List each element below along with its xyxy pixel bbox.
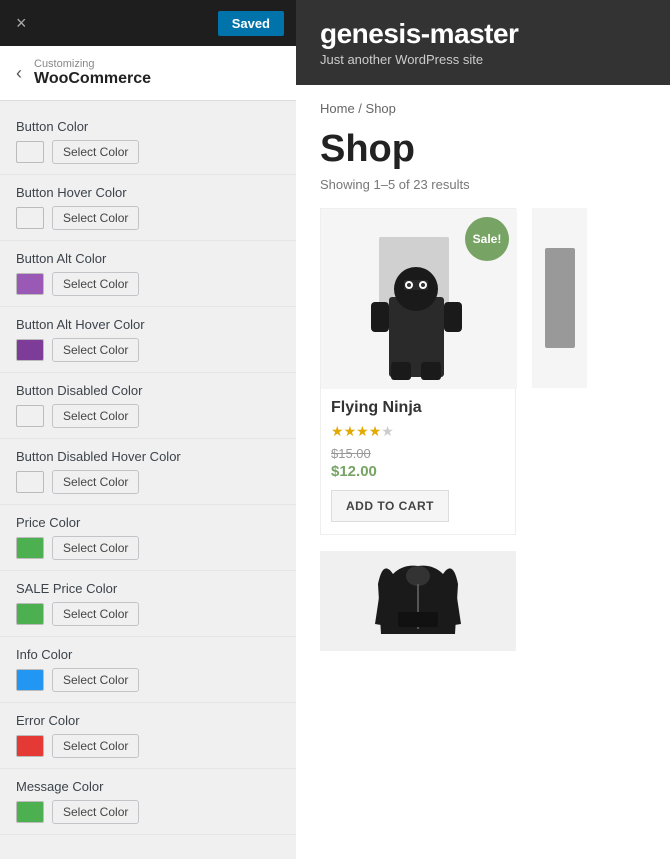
sale-badge: Sale! bbox=[465, 217, 509, 261]
color-swatch-error-color[interactable] bbox=[16, 735, 44, 757]
site-header: genesis-master Just another WordPress si… bbox=[296, 0, 670, 85]
star-5: ★ bbox=[381, 423, 394, 439]
setting-button-alt-hover-color: Button Alt Hover Color Select Color bbox=[0, 307, 296, 373]
setting-button-disabled-hover-color: Button Disabled Hover Color Select Color bbox=[0, 439, 296, 505]
setting-info-color: Info Color Select Color bbox=[0, 637, 296, 703]
setting-label-info-color: Info Color bbox=[16, 647, 280, 662]
hoodie-section bbox=[320, 551, 646, 651]
customizing-header: ‹ Customizing WooCommerce bbox=[0, 46, 296, 101]
setting-price-color: Price Color Select Color bbox=[0, 505, 296, 571]
sale-price: $12.00 bbox=[331, 463, 505, 480]
setting-label-button-disabled-hover-color: Button Disabled Hover Color bbox=[16, 449, 280, 464]
select-color-btn-button-disabled-hover-color[interactable]: Select Color bbox=[52, 470, 139, 494]
product-card-flying-ninja: Sale! bbox=[320, 208, 516, 535]
shop-title: Shop bbox=[320, 128, 646, 171]
setting-button-alt-color: Button Alt Color Select Color bbox=[0, 241, 296, 307]
color-swatch-button-disabled-color[interactable] bbox=[16, 405, 44, 427]
product-name: Flying Ninja bbox=[331, 399, 505, 417]
color-row-button-color: Select Color bbox=[16, 140, 280, 164]
select-color-btn-error-color[interactable]: Select Color bbox=[52, 734, 139, 758]
top-bar: × Saved bbox=[0, 0, 296, 46]
setting-label-error-color: Error Color bbox=[16, 713, 280, 728]
showing-results: Showing 1–5 of 23 results bbox=[320, 177, 646, 192]
breadcrumb-sep: / bbox=[355, 101, 366, 116]
setting-message-color: Message Color Select Color bbox=[0, 769, 296, 835]
color-row-price-color: Select Color bbox=[16, 536, 280, 560]
setting-button-disabled-color: Button Disabled Color Select Color bbox=[0, 373, 296, 439]
breadcrumb-home: Home bbox=[320, 101, 355, 116]
back-button[interactable]: ‹ bbox=[16, 64, 22, 82]
preview-panel: genesis-master Just another WordPress si… bbox=[296, 0, 670, 859]
color-swatch-price-color[interactable] bbox=[16, 537, 44, 559]
color-swatch-button-hover-color[interactable] bbox=[16, 207, 44, 229]
select-color-btn-info-color[interactable]: Select Color bbox=[52, 668, 139, 692]
color-swatch-sale-price-color[interactable] bbox=[16, 603, 44, 625]
setting-label-button-alt-color: Button Alt Color bbox=[16, 251, 280, 266]
setting-label-button-alt-hover-color: Button Alt Hover Color bbox=[16, 317, 280, 332]
woocommerce-title: WooCommerce bbox=[34, 70, 151, 88]
header-text: Customizing WooCommerce bbox=[34, 58, 151, 88]
site-tagline: Just another WordPress site bbox=[320, 52, 646, 67]
setting-label-message-color: Message Color bbox=[16, 779, 280, 794]
color-row-button-disabled-color: Select Color bbox=[16, 404, 280, 428]
color-swatch-button-disabled-hover-color[interactable] bbox=[16, 471, 44, 493]
color-swatch-button-alt-hover-color[interactable] bbox=[16, 339, 44, 361]
setting-button-color: Button Color Select Color bbox=[0, 109, 296, 175]
select-color-btn-sale-price-color[interactable]: Select Color bbox=[52, 602, 139, 626]
customizing-label: Customizing bbox=[34, 58, 151, 70]
product-info: Flying Ninja ★★★★★ $15.00 $12.00 ADD TO … bbox=[321, 389, 515, 534]
select-color-btn-price-color[interactable]: Select Color bbox=[52, 536, 139, 560]
color-row-info-color: Select Color bbox=[16, 668, 280, 692]
saved-button[interactable]: Saved bbox=[218, 11, 284, 36]
setting-button-hover-color: Button Hover Color Select Color bbox=[0, 175, 296, 241]
color-swatch-message-color[interactable] bbox=[16, 801, 44, 823]
star-2: ★ bbox=[344, 423, 357, 439]
setting-label-button-disabled-color: Button Disabled Color bbox=[16, 383, 280, 398]
setting-label-price-color: Price Color bbox=[16, 515, 280, 530]
settings-list: Button ColorSelect ColorButton Hover Col… bbox=[0, 101, 296, 859]
color-row-sale-price-color: Select Color bbox=[16, 602, 280, 626]
partial-image bbox=[545, 248, 575, 348]
color-row-error-color: Select Color bbox=[16, 734, 280, 758]
hoodie-image bbox=[373, 554, 463, 649]
setting-label-sale-price-color: SALE Price Color bbox=[16, 581, 280, 596]
add-to-cart-button[interactable]: ADD TO CART bbox=[331, 490, 449, 522]
select-color-btn-button-alt-color[interactable]: Select Color bbox=[52, 272, 139, 296]
product-image-wrap: Sale! bbox=[321, 209, 517, 389]
customizer-panel: × Saved ‹ Customizing WooCommerce Button… bbox=[0, 0, 296, 859]
select-color-btn-button-disabled-color[interactable]: Select Color bbox=[52, 404, 139, 428]
color-swatch-info-color[interactable] bbox=[16, 669, 44, 691]
color-row-button-hover-color: Select Color bbox=[16, 206, 280, 230]
select-color-btn-button-hover-color[interactable]: Select Color bbox=[52, 206, 139, 230]
star-3: ★ bbox=[356, 423, 369, 439]
shop-content: Home / Shop Shop Showing 1–5 of 23 resul… bbox=[296, 85, 670, 667]
setting-label-button-color: Button Color bbox=[16, 119, 280, 134]
setting-sale-price-color: SALE Price Color Select Color bbox=[0, 571, 296, 637]
product-card-partial bbox=[532, 208, 587, 388]
color-swatch-button-alt-color[interactable] bbox=[16, 273, 44, 295]
product-image-ninja bbox=[369, 217, 469, 382]
star-1: ★ bbox=[331, 423, 344, 439]
color-row-message-color: Select Color bbox=[16, 800, 280, 824]
close-button[interactable]: × bbox=[12, 10, 31, 36]
setting-label-button-hover-color: Button Hover Color bbox=[16, 185, 280, 200]
hoodie-image-wrap bbox=[320, 551, 516, 651]
select-color-btn-button-alt-hover-color[interactable]: Select Color bbox=[52, 338, 139, 362]
product-grid: Sale! bbox=[320, 208, 646, 535]
site-title: genesis-master bbox=[320, 18, 646, 50]
color-row-button-disabled-hover-color: Select Color bbox=[16, 470, 280, 494]
select-color-btn-button-color[interactable]: Select Color bbox=[52, 140, 139, 164]
breadcrumb-shop: Shop bbox=[366, 101, 396, 116]
star-4: ★ bbox=[369, 423, 382, 439]
color-row-button-alt-color: Select Color bbox=[16, 272, 280, 296]
color-row-button-alt-hover-color: Select Color bbox=[16, 338, 280, 362]
select-color-btn-message-color[interactable]: Select Color bbox=[52, 800, 139, 824]
star-rating: ★★★★★ bbox=[331, 423, 505, 440]
original-price: $15.00 bbox=[331, 446, 505, 461]
setting-error-color: Error Color Select Color bbox=[0, 703, 296, 769]
color-swatch-button-color[interactable] bbox=[16, 141, 44, 163]
breadcrumb: Home / Shop bbox=[320, 101, 646, 116]
